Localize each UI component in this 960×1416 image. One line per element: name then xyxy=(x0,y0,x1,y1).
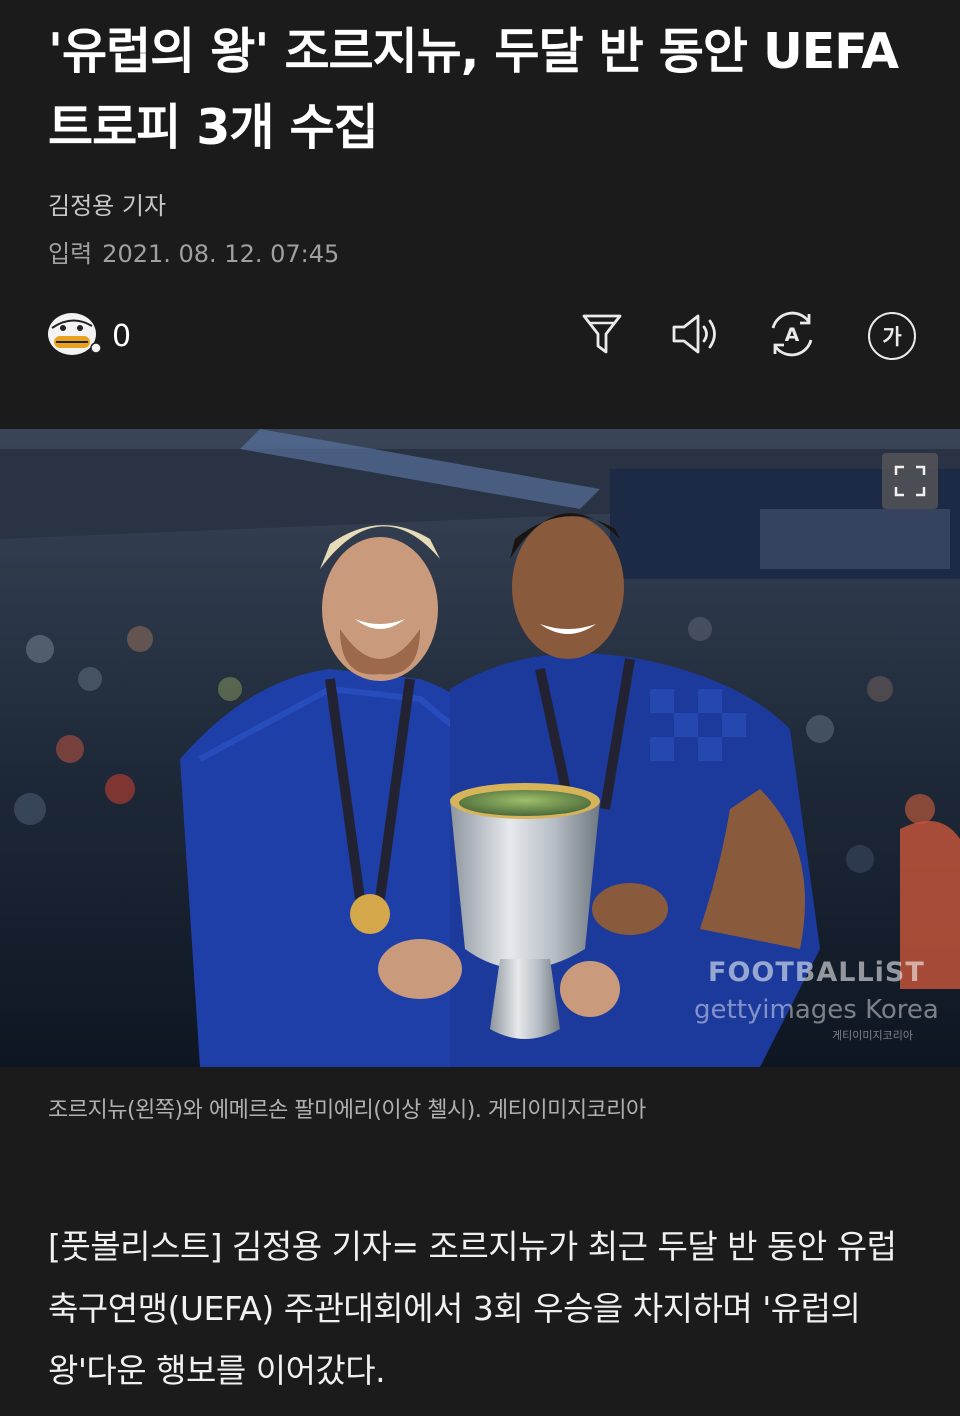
translate-glyph: A xyxy=(785,324,800,346)
text-to-speech-button[interactable] xyxy=(670,310,722,362)
emoji-reaction-icon xyxy=(46,310,102,362)
article-body: [풋볼리스트] 김정용 기자= 조르지뉴가 최근 두달 반 동안 유럽축구연맹(… xyxy=(48,1227,897,1390)
watermark-brand: FOOTBALLiST xyxy=(708,957,925,988)
article-headline: '유럽의 왕' 조르지뉴, 두달 반 동안 UEFA 트로피 3개 수집 xyxy=(48,23,899,156)
article-photo[interactable]: FOOTBALLiST gettyimages Korea 게티이미지코리아 xyxy=(0,429,960,1067)
expand-icon xyxy=(894,465,926,497)
reaction-button[interactable]: 0 xyxy=(46,310,131,362)
translate-button[interactable]: A xyxy=(766,310,818,362)
watermark-agency: gettyimages Korea xyxy=(694,995,939,1025)
filter-icon xyxy=(580,310,624,362)
watermark-small: 게티이미지코리아 xyxy=(832,1029,913,1042)
speaker-icon xyxy=(670,310,722,362)
photo-caption: 조르지뉴(왼쪽)와 에메르손 팔미에리(이상 첼시). 게티이미지코리아 xyxy=(48,1098,646,1123)
font-size-icon: 가 xyxy=(868,312,916,360)
auto-translate-icon: A xyxy=(765,308,819,364)
font-size-button[interactable]: 가 xyxy=(866,310,918,362)
reporter-name[interactable]: 김정용 기자 xyxy=(48,186,166,221)
reaction-count: 0 xyxy=(112,318,132,354)
filter-button[interactable] xyxy=(576,310,628,362)
publish-date-value: 2021. 08. 12. 07:45 xyxy=(102,240,340,268)
article-toolbar: 0 A 가 xyxy=(0,306,960,370)
publish-date-label: 입력 xyxy=(48,240,93,268)
publish-date: 입력 2021. 08. 12. 07:45 xyxy=(48,234,339,269)
expand-photo-button[interactable] xyxy=(882,453,938,509)
